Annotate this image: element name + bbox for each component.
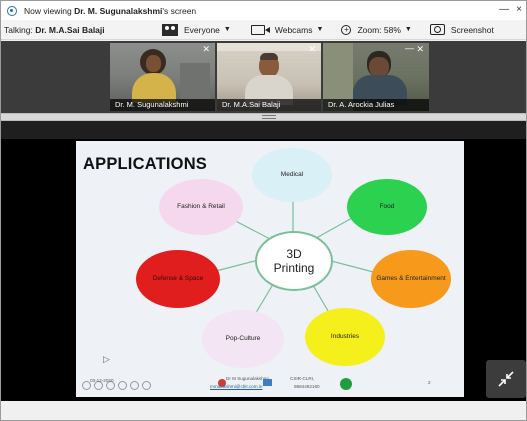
resize-divider[interactable] <box>1 113 526 121</box>
footer-phone: 9884492160 <box>294 384 320 389</box>
participant-name: Dr. M. Sugunalakshmi <box>110 99 215 111</box>
screenshot-button[interactable]: Screenshot <box>429 24 494 35</box>
webcams-dropdown[interactable]: Webcams ▼ <box>250 24 324 35</box>
share-header <box>1 121 526 139</box>
footer-page-number: 2 <box>428 380 431 385</box>
bubble-games: Games & Entertainment <box>371 250 451 308</box>
collapse-icon <box>498 371 514 387</box>
screenshot-label: Screenshot <box>450 24 494 35</box>
footer-email[interactable]: mmalakshmi@cbit.com.in <box>210 384 262 389</box>
webcams-label: Webcams <box>274 24 313 35</box>
toolbar: Talking: Dr. M.A.Sai Balaji Everyone ▼ W… <box>1 20 526 40</box>
bubble-center: 3D Printing <box>255 231 333 291</box>
zoom-label: Zoom: 58% <box>357 24 401 35</box>
shared-screen: APPLICATIONS Medical Food Games & Entert… <box>1 139 526 401</box>
app-window: Now viewing Dr. M. Sugunalakshmi's scree… <box>0 0 527 421</box>
webcam-icon <box>250 24 270 35</box>
audience-label: Everyone <box>184 24 220 35</box>
footer-date: 03-12-2020 <box>90 378 114 383</box>
bubble-pop-culture: Pop-Culture <box>202 310 284 368</box>
mouse-pointer-icon: ▷ <box>103 354 110 364</box>
audience-dropdown[interactable]: Everyone ▼ <box>162 23 231 36</box>
talking-name: Dr. M.A.Sai Balaji <box>35 24 105 35</box>
webcam-tile[interactable]: ✕ Dr. M.A.Sai Balaji <box>217 43 321 111</box>
drag-handle-icon[interactable] <box>262 115 276 119</box>
bubble-medical: Medical <box>252 148 332 202</box>
webcam-strip: ✕ Dr. M. Sugunalakshmi ✕ Dr. M.A.Sai Bal… <box>1 41 526 113</box>
window-title: Now viewing Dr. M. Sugunalakshmi's scree… <box>24 6 196 16</box>
bubble-food: Food <box>347 179 427 235</box>
title-suffix: 's screen <box>162 5 197 16</box>
app-logo-icon <box>7 5 17 16</box>
window-controls: — × <box>499 4 522 15</box>
presenter-name: Dr. M. Sugunalakshmi <box>74 5 163 16</box>
bubble-defense: Defense & Space <box>136 250 220 308</box>
webcam-tile[interactable]: — ✕ Dr. A. Arockia Julias <box>323 43 429 111</box>
zoom-dropdown[interactable]: + Zoom: 58% ▼ <box>341 24 412 35</box>
participant-name: Dr. A. Arockia Julias <box>323 99 429 111</box>
title-prefix: Now viewing <box>24 5 75 16</box>
presentation-slide: APPLICATIONS Medical Food Games & Entert… <box>76 141 464 397</box>
minimize-icon[interactable]: — <box>405 43 414 53</box>
title-bar: Now viewing Dr. M. Sugunalakshmi's scree… <box>1 1 526 20</box>
slide-title: APPLICATIONS <box>83 155 208 173</box>
mail-icon <box>263 379 272 386</box>
close-icon[interactable]: ✕ <box>308 44 316 55</box>
talking-label: Talking: <box>4 24 36 35</box>
chevron-down-icon: ▼ <box>223 26 231 33</box>
status-bar <box>1 401 526 420</box>
close-button[interactable]: × <box>516 4 522 15</box>
close-icon[interactable]: ✕ <box>202 44 210 55</box>
zoom-icon: + <box>341 24 352 35</box>
close-icon[interactable]: ✕ <box>416 44 424 55</box>
bubble-fashion: Fashion & Retail <box>159 179 243 235</box>
collapse-fullscreen-button[interactable] <box>486 360 526 398</box>
footer-org: CSIR-CLRI, <box>290 376 315 381</box>
webcam-tile[interactable]: ✕ Dr. M. Sugunalakshmi <box>110 43 215 111</box>
nav-icon[interactable] <box>142 381 151 390</box>
camera-icon <box>429 24 445 35</box>
whatsapp-icon <box>340 378 352 390</box>
talking-indicator: Talking: Dr. M.A.Sai Balaji <box>4 25 154 35</box>
people-icon <box>162 23 178 36</box>
nav-icon[interactable] <box>118 381 127 390</box>
minimize-button[interactable]: — <box>499 4 509 15</box>
chevron-down-icon: ▼ <box>316 26 324 33</box>
bubble-industries: Industries <box>305 308 385 366</box>
participant-name: Dr. M.A.Sai Balaji <box>217 99 321 111</box>
nav-icon[interactable] <box>130 381 139 390</box>
slide-footer: 03-12-2020 Dr M Sugunalakshmi, mmalakshm… <box>76 367 464 397</box>
chevron-down-icon: ▼ <box>404 26 412 33</box>
